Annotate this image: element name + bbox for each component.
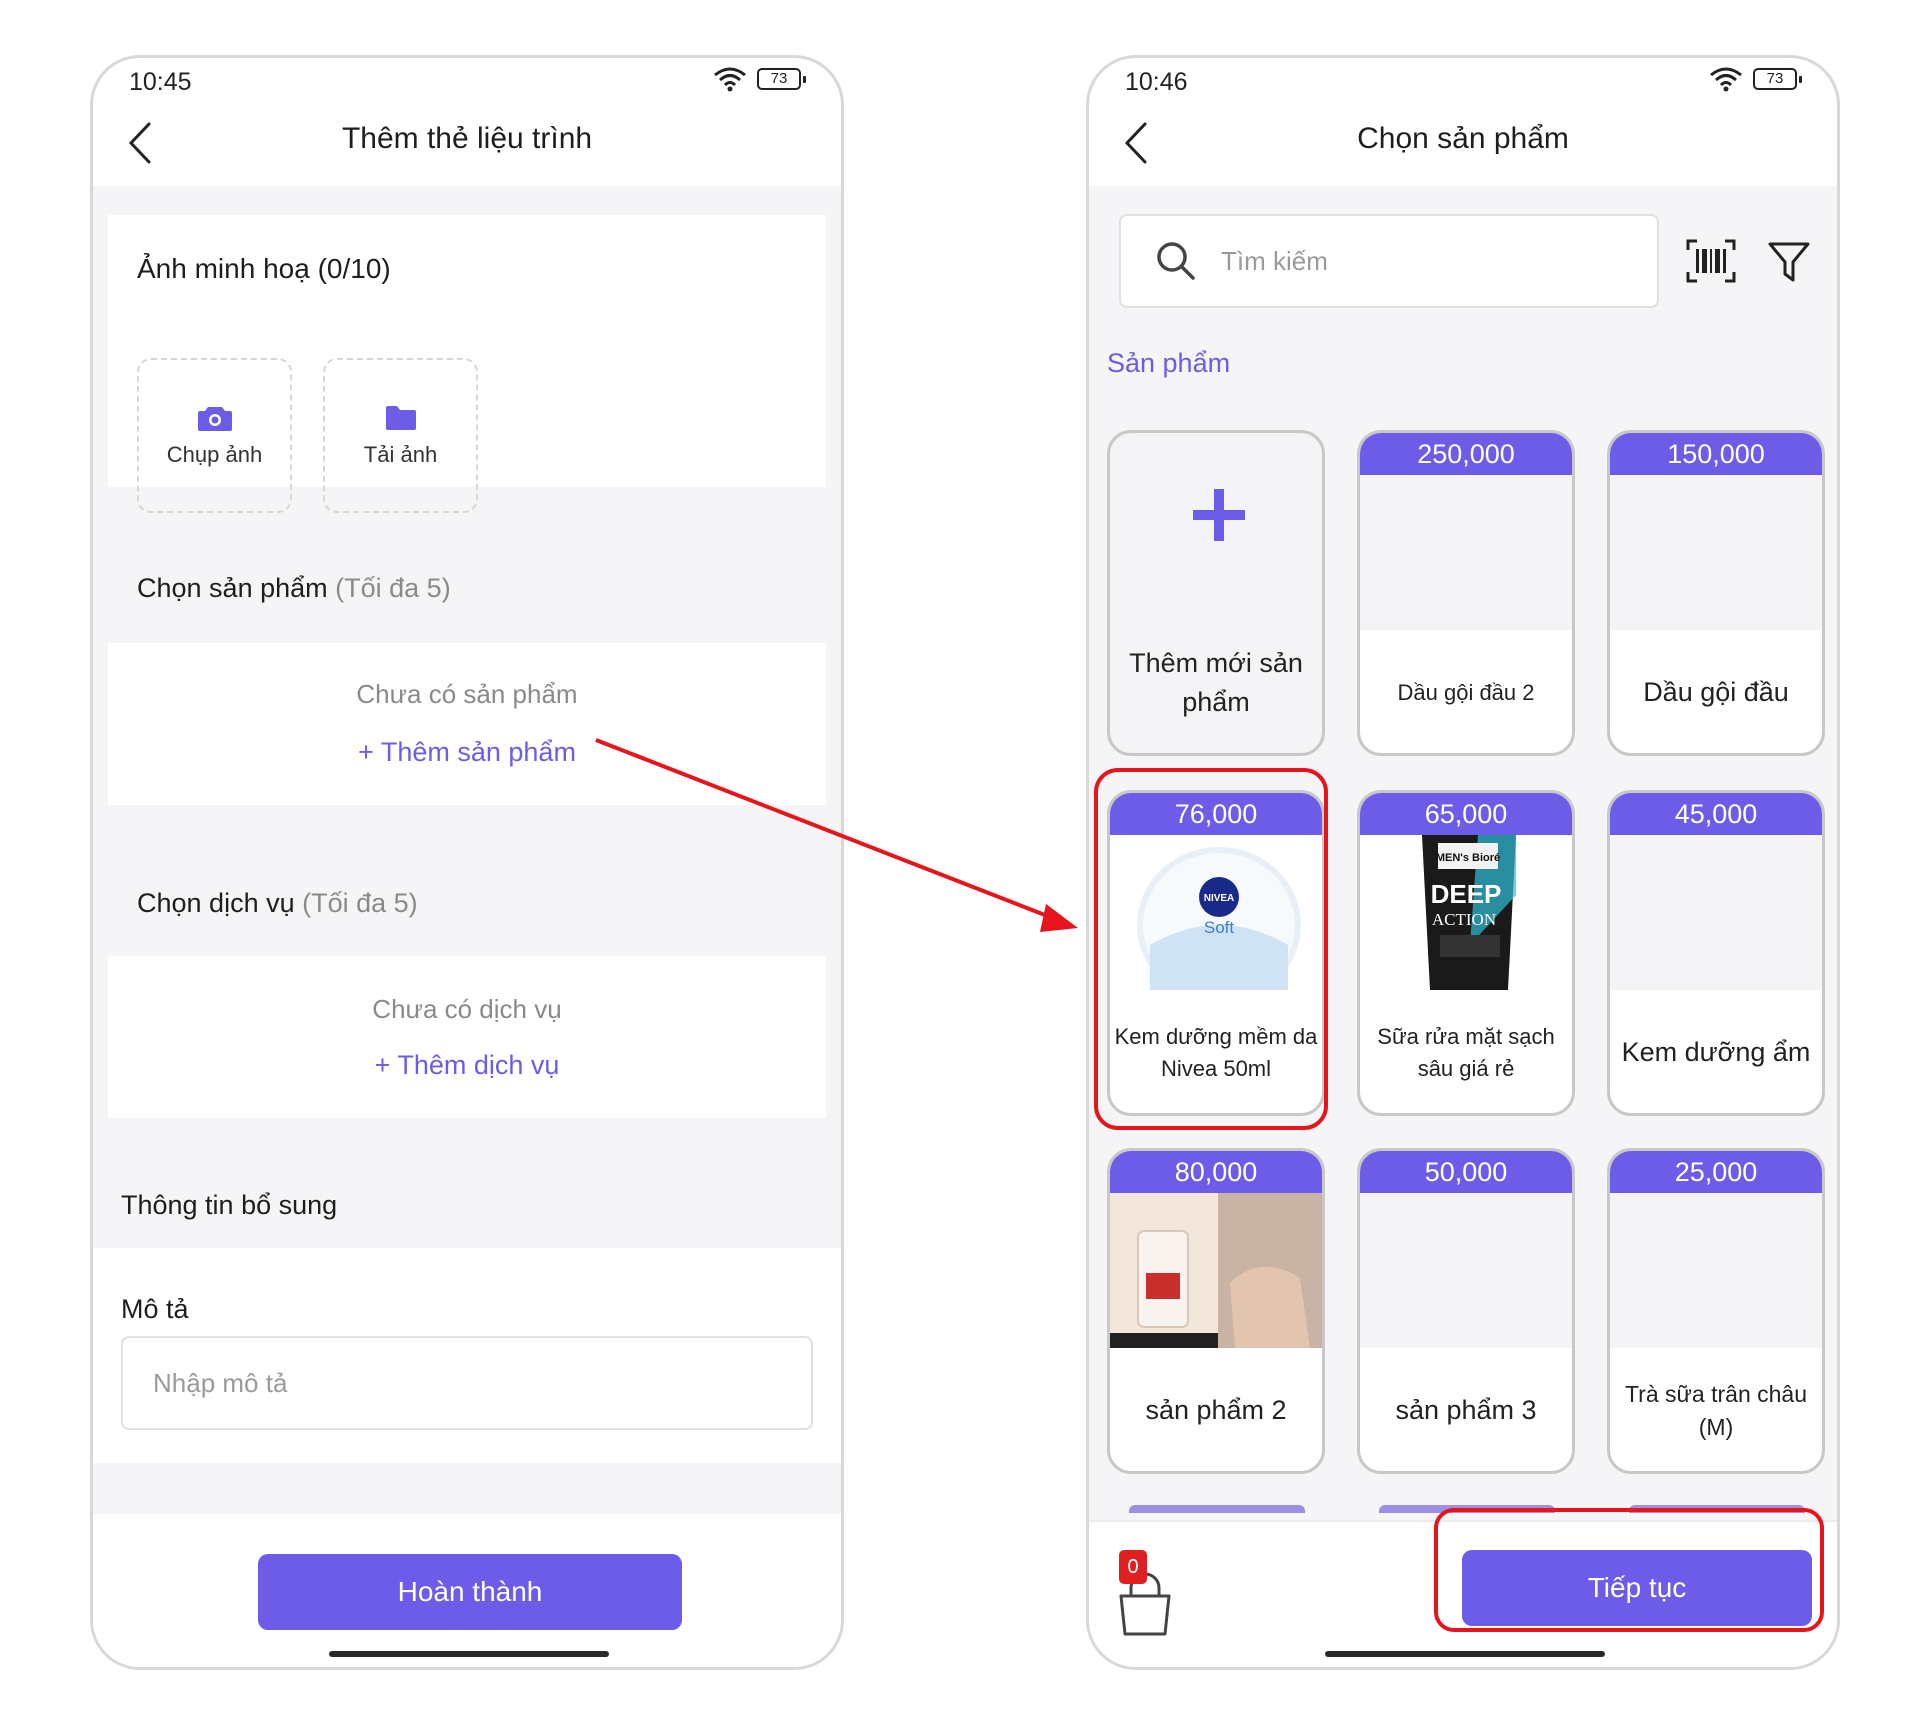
description-input[interactable] xyxy=(121,1336,813,1430)
product-image-placeholder xyxy=(1360,1193,1572,1348)
biore-line1-text: DEEP xyxy=(1431,879,1502,909)
take-photo-label: Chụp ảnh xyxy=(166,441,263,467)
done-button[interactable]: Hoàn thành xyxy=(258,1554,682,1630)
biore-brand-text: MEN's Bioré xyxy=(1436,852,1500,864)
plus-icon xyxy=(1193,489,1245,541)
home-indicator xyxy=(329,1651,609,1657)
highlight-selected-product xyxy=(1094,768,1328,1130)
products-section-hint: (Tối đa 5) xyxy=(335,573,451,603)
battery-icon: 73 xyxy=(1753,68,1802,90)
services-empty-card: Chưa có dịch vụ + Thêm dịch vụ xyxy=(108,956,826,1118)
add-new-product-tile[interactable]: Thêm mới sản phẩm xyxy=(1107,430,1325,756)
category-label: Sản phẩm xyxy=(1107,348,1231,378)
product-price: 150,000 xyxy=(1610,433,1822,475)
product-image-placeholder xyxy=(1610,1193,1822,1348)
product-tile[interactable]: 250,000 Dầu gội đầu 2 xyxy=(1357,430,1575,756)
product-image-placeholder xyxy=(1360,475,1572,630)
add-service-link[interactable]: + Thêm dịch vụ xyxy=(108,1050,826,1081)
product-image-placeholder xyxy=(1610,475,1822,630)
wifi-icon xyxy=(1710,67,1742,92)
product-price: 25,000 xyxy=(1610,1151,1822,1193)
search-icon xyxy=(1157,242,1195,280)
barcode-icon[interactable] xyxy=(1685,238,1737,284)
services-section-hint: (Tối đa 5) xyxy=(302,888,418,918)
product-image-collage xyxy=(1110,1193,1322,1348)
products-empty-card: Chưa có sản phẩm + Thêm sản phẩm xyxy=(108,643,826,805)
services-section-label: Chọn dịch vụ (Tối đa 5) xyxy=(137,888,418,919)
extra-info-label: Thông tin bổ sung xyxy=(121,1190,338,1220)
product-name: Dầu gội đầu 2 xyxy=(1397,680,1535,706)
products-section-label: Chọn sản phẩm (Tối đa 5) xyxy=(137,573,451,604)
product-name: Sữa rửa mặt sạch sâu giá rẻ xyxy=(1377,1024,1555,1081)
filter-icon[interactable] xyxy=(1767,240,1811,284)
phone-screen-add-treatment-card: 10:45 73 Thêm thẻ liệu trình Ảnh minh ho… xyxy=(90,55,844,1670)
wifi-icon xyxy=(714,67,746,92)
product-tile[interactable]: 150,000 Dầu gội đầu xyxy=(1607,430,1825,756)
product-tile[interactable]: 80,000 sản phẩm 2 xyxy=(1107,1148,1325,1474)
product-tile[interactable]: 25,000 Trà sữa trân châu (M) xyxy=(1607,1148,1825,1474)
upload-photo-button[interactable]: Tải ảnh xyxy=(323,358,478,513)
biore-line2-text: ACTION xyxy=(1432,910,1496,929)
status-icons: 73 xyxy=(713,66,806,92)
product-image-biore: MEN's Bioré DEEP ACTION xyxy=(1360,835,1572,990)
description-label: Mô tả xyxy=(121,1294,189,1324)
battery-icon: 73 xyxy=(757,68,806,90)
product-name: Kem dưỡng ẩm xyxy=(1621,1037,1811,1068)
status-time: 10:46 xyxy=(1125,68,1188,96)
product-price: 45,000 xyxy=(1610,793,1822,835)
product-price: 80,000 xyxy=(1110,1151,1322,1193)
highlight-next-button xyxy=(1434,1508,1824,1632)
page-title: Chọn sản phẩm xyxy=(1357,122,1569,155)
take-photo-button[interactable]: Chụp ảnh xyxy=(137,358,292,513)
images-section-label: Ảnh minh hoạ (0/10) xyxy=(137,253,391,284)
products-empty-text: Chưa có sản phẩm xyxy=(356,679,578,709)
product-name: Dầu gội đầu xyxy=(1643,677,1789,708)
product-price: 50,000 xyxy=(1360,1151,1572,1193)
product-name: sản phẩm 3 xyxy=(1395,1395,1537,1426)
search-box xyxy=(1119,214,1659,308)
upload-photo-label: Tải ảnh xyxy=(363,441,438,467)
search-input[interactable] xyxy=(1221,216,1641,306)
services-section-title: Chọn dịch vụ xyxy=(137,888,295,918)
product-image-placeholder xyxy=(1610,835,1822,990)
home-indicator xyxy=(1325,1651,1605,1657)
product-tile-partial xyxy=(1129,1505,1305,1513)
products-section-title: Chọn sản phẩm xyxy=(137,573,328,603)
cart-count-badge: 0 xyxy=(1119,1550,1147,1584)
add-new-product-label: Thêm mới sản phẩm xyxy=(1129,647,1303,717)
camera-icon xyxy=(197,406,232,431)
product-price: 250,000 xyxy=(1360,433,1572,475)
services-empty-text: Chưa có dịch vụ xyxy=(372,994,562,1024)
product-tile[interactable]: 50,000 sản phẩm 3 xyxy=(1357,1148,1575,1474)
page-title: Thêm thẻ liệu trình xyxy=(341,122,593,155)
status-icons: 73 xyxy=(1709,66,1802,92)
status-time: 10:45 xyxy=(129,68,192,96)
product-tile[interactable]: 45,000 Kem dưỡng ẩm xyxy=(1607,790,1825,1116)
folder-icon xyxy=(385,405,416,430)
product-name: Trà sữa trân châu (M) xyxy=(1624,1380,1807,1440)
product-tile[interactable]: 65,000 MEN's Bioré DEEP ACTION Sữa rửa m… xyxy=(1357,790,1575,1116)
product-price: 65,000 xyxy=(1360,793,1572,835)
add-product-link[interactable]: + Thêm sản phẩm xyxy=(108,737,826,768)
product-name: sản phẩm 2 xyxy=(1145,1395,1287,1426)
